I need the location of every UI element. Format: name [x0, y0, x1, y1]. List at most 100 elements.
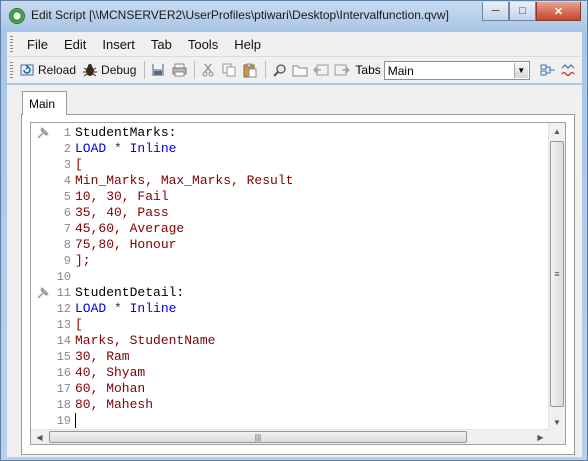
edit-script-window: Edit Script [\\MCNSERVER2\UserProfiles\p…: [0, 0, 588, 461]
scroll-right-icon[interactable]: ▶: [532, 430, 549, 444]
tab-right-icon[interactable]: [334, 62, 351, 78]
reload-button[interactable]: Reload: [19, 62, 76, 78]
menu-help[interactable]: Help: [226, 37, 269, 52]
code-line[interactable]: StudentMarks:: [75, 125, 176, 141]
vertical-scroll-thumb[interactable]: ≡: [550, 141, 564, 407]
folder-icon[interactable]: [292, 62, 308, 78]
code-text-area[interactable]: StudentMarks: LOAD * Inline[Min_Marks, Ma…: [75, 123, 549, 431]
script-editor[interactable]: 1 2 3 4 5 6 7 8 9 10 11 12 13 14 15 16 17 18 19 StudentMar…: [30, 122, 566, 445]
title-bar[interactable]: Edit Script [\\MCNSERVER2\UserProfiles\p…: [1, 1, 587, 31]
code-token: [: [75, 157, 83, 172]
code-line[interactable]: 40, Shyam: [75, 365, 145, 381]
tab-left-icon[interactable]: [313, 62, 329, 78]
editor-area: Main 1 2 3 4 5 6 7 8 9 10 11 12 13 14 15 16 17 18 19 Stude…: [7, 85, 582, 457]
menu-edit[interactable]: Edit: [56, 37, 94, 52]
horizontal-scrollbar[interactable]: ◀ ||| ▶: [31, 429, 549, 444]
toolbar-separator: [265, 61, 267, 79]
dropdown-arrow-icon[interactable]: ▼: [513, 62, 528, 78]
toolbar-grip-icon[interactable]: [10, 62, 13, 78]
window-title: Edit Script [\\MCNSERVER2\UserProfiles\p…: [31, 8, 449, 22]
code-line[interactable]: LOAD * Inline: [75, 301, 176, 317]
code-token: Min_Marks, Max_Marks, Result: [75, 173, 294, 188]
bookmark-pin-icon[interactable]: [36, 286, 50, 300]
code-line[interactable]: [: [75, 157, 83, 173]
tabs-dropdown-value: Main: [387, 63, 414, 78]
line-number: 6: [63, 206, 71, 220]
code-token: *: [106, 141, 130, 156]
menu-grip-icon[interactable]: [10, 36, 13, 52]
code-token: 10, 30, Fail: [75, 189, 169, 204]
code-line[interactable]: [: [75, 317, 83, 333]
copy-icon[interactable]: [221, 62, 237, 78]
code-token: 30, Ram: [75, 349, 130, 364]
line-number: 7: [63, 222, 71, 236]
line-number: 19: [56, 414, 71, 428]
reload-label: Reload: [38, 63, 77, 77]
tabs-dropdown[interactable]: Main ▼: [383, 60, 530, 80]
scrollbar-corner: [548, 429, 565, 444]
code-line[interactable]: LOAD * Inline: [75, 141, 176, 157]
tab-panel: 1 2 3 4 5 6 7 8 9 10 11 12 13 14 15 16 17 18 19 StudentMar…: [21, 114, 575, 455]
code-token: 45,60, Average: [75, 221, 185, 236]
scroll-up-icon[interactable]: ▲: [549, 123, 565, 140]
toolbar-separator: [194, 61, 196, 79]
syntax-check-icon[interactable]: [561, 62, 577, 78]
code-line[interactable]: 45,60, Average: [75, 221, 184, 237]
window-controls: ─ □ ✕: [482, 2, 581, 21]
save-icon[interactable]: [150, 62, 166, 78]
table-label-token: StudentDetail:: [75, 285, 185, 300]
minimize-button[interactable]: ─: [482, 2, 509, 21]
qlikview-app-icon: [9, 8, 25, 24]
code-token: 60, Mohan: [75, 381, 146, 396]
bookmark-pin-icon[interactable]: [36, 126, 50, 140]
menu-tools[interactable]: Tools: [180, 37, 226, 52]
line-number: 8: [63, 238, 71, 252]
code-line[interactable]: 60, Mohan: [75, 381, 145, 397]
line-number: 10: [56, 270, 71, 284]
code-line[interactable]: 30, Ram: [75, 349, 130, 365]
code-token: *: [106, 301, 130, 316]
code-line[interactable]: 35, 40, Pass: [75, 205, 169, 221]
scroll-left-icon[interactable]: ◀: [31, 430, 48, 444]
tabs-label: Tabs: [355, 63, 381, 77]
code-line[interactable]: Marks, StudentName: [75, 333, 215, 349]
menu-bar: File Edit Insert Tab Tools Help: [7, 32, 582, 56]
horizontal-scroll-thumb[interactable]: |||: [49, 431, 467, 443]
maximize-button[interactable]: □: [509, 2, 536, 21]
menu-file[interactable]: File: [19, 37, 56, 52]
line-number: 18: [56, 398, 71, 412]
line-number: 12: [56, 302, 71, 316]
menu-insert[interactable]: Insert: [94, 37, 143, 52]
close-button[interactable]: ✕: [536, 2, 581, 21]
code-line[interactable]: Min_Marks, Max_Marks, Result: [75, 173, 293, 189]
bug-icon: [83, 64, 98, 77]
vertical-scrollbar[interactable]: ▲ ≡ ▼: [548, 123, 565, 431]
code-token: ];: [75, 253, 91, 268]
menu-tab[interactable]: Tab: [143, 37, 180, 52]
toolbar-separator: [144, 61, 146, 79]
print-icon[interactable]: [171, 62, 187, 78]
paste-icon[interactable]: [242, 62, 258, 78]
keyword-token: LOAD: [75, 301, 107, 316]
table-label-token: StudentMarks:: [75, 125, 177, 140]
code-line[interactable]: 10, 30, Fail: [75, 189, 169, 205]
find-icon[interactable]: [271, 62, 287, 78]
code-line[interactable]: 75,80, Honour: [75, 237, 176, 253]
line-number: 3: [63, 158, 71, 172]
code-token: [: [75, 317, 83, 332]
code-line[interactable]: StudentDetail:: [75, 285, 184, 301]
line-number: 17: [56, 382, 71, 396]
keyword-token: Inline: [129, 301, 177, 316]
line-number-gutter: 1 2 3 4 5 6 7 8 9 10 11 12 13 14 15 16 17 18 19: [31, 123, 75, 431]
cut-icon[interactable]: [200, 62, 216, 78]
expression-icon[interactable]: [540, 62, 556, 78]
code-line[interactable]: 80, Mahesh: [75, 397, 153, 413]
code-token: 40, Shyam: [75, 365, 146, 380]
debug-button[interactable]: Debug: [82, 62, 136, 78]
line-number: 4: [63, 174, 71, 188]
code-line[interactable]: ];: [75, 253, 91, 269]
tab-main[interactable]: Main: [22, 91, 67, 115]
code-token: 80, Mahesh: [75, 397, 154, 412]
line-number: 2: [63, 142, 71, 156]
line-number: 13: [56, 318, 71, 332]
